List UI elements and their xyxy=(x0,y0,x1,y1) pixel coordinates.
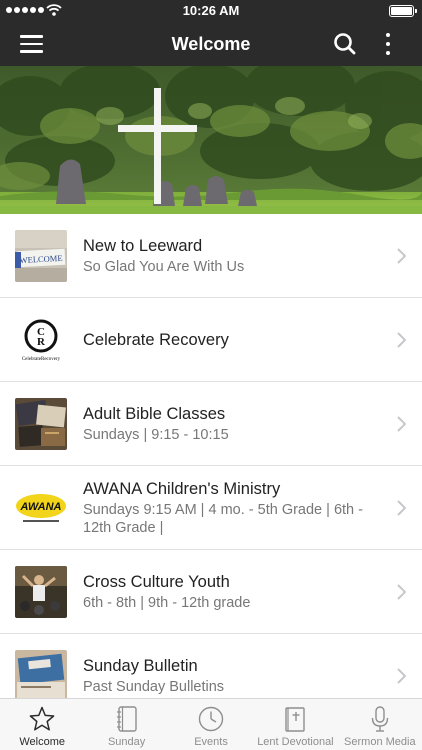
chevron-right-icon xyxy=(397,584,406,600)
battery-icon xyxy=(389,5,417,17)
tab-sunday[interactable]: Sunday xyxy=(84,699,168,750)
tab-sermon-media[interactable]: Sermon Media xyxy=(338,699,422,750)
content-list: WELCOME New to Leeward So Glad You Are W… xyxy=(0,214,422,698)
item-title: Sunday Bulletin xyxy=(83,657,198,675)
bibles-thumbnail xyxy=(15,398,67,450)
tab-label: Events xyxy=(194,736,228,748)
chevron-right-icon xyxy=(397,500,406,516)
youth-group-thumbnail xyxy=(15,566,67,618)
tab-lent-devotional[interactable]: Lent Devotional xyxy=(253,699,337,750)
more-options-icon[interactable] xyxy=(378,30,398,58)
hero-banner-image xyxy=(0,66,422,214)
list-item-new-to-leeward[interactable]: WELCOME New to Leeward So Glad You Are W… xyxy=(0,214,422,298)
item-subtitle: Past Sunday Bulletins xyxy=(83,679,225,695)
hamburger-menu-icon[interactable] xyxy=(10,28,54,60)
list-item-sunday-bulletin[interactable]: Sunday Bulletin Past Sunday Bulletins xyxy=(0,634,422,698)
chevron-right-icon xyxy=(397,248,406,264)
navigation-bar: Welcome xyxy=(0,22,422,66)
status-time: 10:26 AM xyxy=(182,3,240,18)
item-subtitle: Sundays 9:15 AM | 4 mo. - 5th Grade | 6t… xyxy=(83,502,363,536)
status-bar: 10:26 AM xyxy=(0,0,422,22)
svg-text:R: R xyxy=(37,336,46,348)
cross-landscape-image xyxy=(0,66,422,214)
chevron-right-icon xyxy=(397,332,406,348)
item-subtitle: 6th - 8th | 9th - 12th grade xyxy=(83,595,251,611)
tab-bar: Welcome Sunday Events Lent Devotional Se… xyxy=(0,698,422,750)
item-title: Celebrate Recovery xyxy=(83,330,229,349)
list-item-awana[interactable]: AWANA AWANA Children's Ministry Sundays … xyxy=(0,466,422,550)
svg-text:AWANA: AWANA xyxy=(20,501,62,513)
clock-icon xyxy=(198,706,224,732)
tab-label: Sunday xyxy=(107,736,146,748)
item-subtitle: So Glad You Are With Us xyxy=(83,259,245,275)
item-title: AWANA Children's Ministry xyxy=(83,480,281,498)
page-title: Welcome xyxy=(171,34,251,54)
bulletin-thumbnail xyxy=(15,650,67,698)
item-subtitle: Sundays | 9:15 - 10:15 xyxy=(83,427,229,443)
chevron-right-icon xyxy=(397,668,406,684)
celebrate-recovery-logo: C R CelebrateRecovery xyxy=(15,314,67,366)
microphone-icon xyxy=(371,706,389,732)
item-title: Adult Bible Classes xyxy=(83,405,226,423)
tab-label: Welcome xyxy=(19,736,66,748)
star-icon xyxy=(29,706,55,731)
tab-events[interactable]: Events xyxy=(169,699,253,750)
tab-label: Lent Devotional xyxy=(257,736,334,748)
item-title: Cross Culture Youth xyxy=(83,573,230,591)
item-title: New to Leeward xyxy=(83,237,203,255)
list-item-cross-culture-youth[interactable]: Cross Culture Youth 6th - 8th | 9th - 12… xyxy=(0,550,422,634)
notebook-icon xyxy=(116,706,137,732)
tab-welcome[interactable]: Welcome xyxy=(0,699,84,750)
list-item-celebrate-recovery[interactable]: C R CelebrateRecovery Celebrate Recovery xyxy=(0,298,422,382)
welcome-sign-thumbnail: WELCOME xyxy=(15,230,67,282)
chevron-right-icon xyxy=(397,416,406,432)
bible-icon xyxy=(285,707,306,732)
search-icon[interactable] xyxy=(332,31,358,57)
svg-text:CelebrateRecovery: CelebrateRecovery xyxy=(22,357,61,362)
tab-label: Sermon Media xyxy=(344,736,416,748)
list-item-adult-bible-classes[interactable]: Adult Bible Classes Sundays | 9:15 - 10:… xyxy=(0,382,422,466)
awana-logo: AWANA xyxy=(15,482,67,534)
